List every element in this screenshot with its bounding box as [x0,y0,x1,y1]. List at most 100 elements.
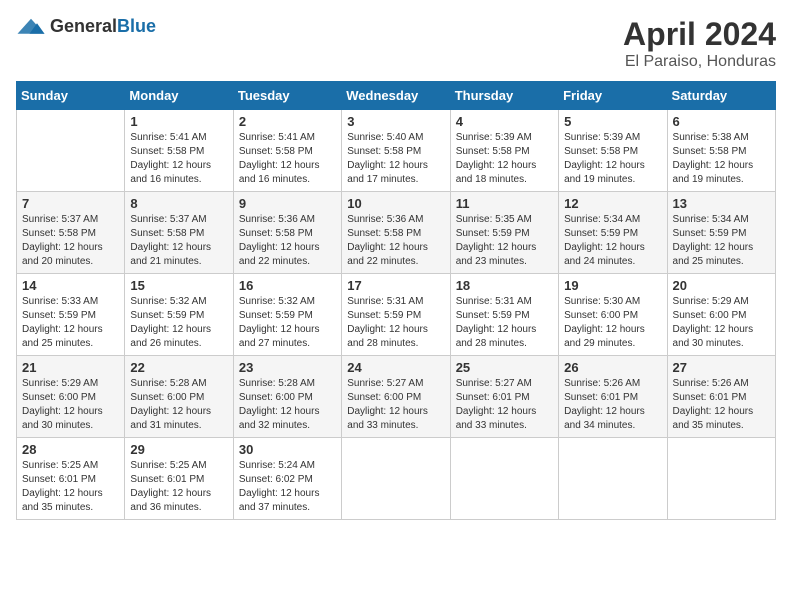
day-info: Sunrise: 5:29 AMSunset: 6:00 PMDaylight:… [22,377,119,433]
title-area: April 2024 El Paraiso, Honduras [623,16,776,71]
calendar-cell: 14 Sunrise: 5:33 AMSunset: 5:59 PMDayligh… [17,274,125,356]
day-info: Sunrise: 5:25 AMSunset: 6:01 PMDaylight:… [22,459,119,515]
calendar-header-monday: Monday [125,82,233,110]
day-number: 7 [22,196,119,211]
calendar-cell: 9Sunrise: 5:36 AMSunset: 5:58 PMDaylight… [233,192,341,274]
calendar-week-2: 7 Sunrise: 5:37 AMSunset: 5:58 PMDaylight… [17,192,776,274]
day-number: 30 [239,442,336,457]
day-number: 26 [564,360,661,375]
day-number: 23 [239,360,336,375]
calendar-cell: 28 Sunrise: 5:25 AMSunset: 6:01 PMDayligh… [17,438,125,520]
location-subtitle: El Paraiso, Honduras [623,53,776,71]
logo-icon [16,17,46,37]
calendar-cell: 7 Sunrise: 5:37 AMSunset: 5:58 PMDaylight… [17,192,125,274]
calendar-header-wednesday: Wednesday [342,82,450,110]
day-number: 16 [239,278,336,293]
day-info: Sunrise: 5:40 AMSunset: 5:58 PMDaylight:… [347,131,444,187]
day-info: Sunrise: 5:28 AMSunset: 6:00 PMDaylight:… [130,377,227,433]
day-number: 4 [456,114,553,129]
day-number: 18 [456,278,553,293]
day-info: Sunrise: 5:39 AMSunset: 5:58 PMDaylight:… [456,131,553,187]
calendar-header-thursday: Thursday [450,82,558,110]
calendar-cell [559,438,667,520]
logo-general: General [50,16,117,36]
day-info: Sunrise: 5:32 AMSunset: 5:59 PMDaylight:… [239,295,336,351]
day-info: Sunrise: 5:34 AMSunset: 5:59 PMDaylight:… [564,213,661,269]
day-info: Sunrise: 5:41 AMSunset: 5:58 PMDaylight:… [130,131,227,187]
calendar-cell: 1Sunrise: 5:41 AMSunset: 5:58 PMDaylight… [125,110,233,192]
calendar-cell: 2 Sunrise: 5:41 AMSunset: 5:58 PMDaylight… [233,110,341,192]
calendar-cell: 23 Sunrise: 5:28 AMSunset: 6:00 PMDayligh… [233,356,341,438]
calendar-week-1: 1Sunrise: 5:41 AMSunset: 5:58 PMDaylight… [17,110,776,192]
page-title: April 2024 [623,16,776,53]
day-info: Sunrise: 5:33 AMSunset: 5:59 PMDaylight:… [22,295,119,351]
calendar-cell: 18 Sunrise: 5:31 AMSunset: 5:59 PMDayligh… [450,274,558,356]
day-number: 22 [130,360,227,375]
calendar-header-tuesday: Tuesday [233,82,341,110]
day-info: Sunrise: 5:25 AMSunset: 6:01 PMDaylight:… [130,459,227,515]
calendar-header-friday: Friday [559,82,667,110]
day-info: Sunrise: 5:39 AMSunset: 5:58 PMDaylight:… [564,131,661,187]
day-number: 27 [673,360,770,375]
calendar-cell: 4 Sunrise: 5:39 AMSunset: 5:58 PMDaylight… [450,110,558,192]
calendar-cell: 13 Sunrise: 5:34 AMSunset: 5:59 PMDayligh… [667,192,775,274]
calendar-cell [342,438,450,520]
day-info: Sunrise: 5:32 AMSunset: 5:59 PMDaylight:… [130,295,227,351]
day-info: Sunrise: 5:41 AMSunset: 5:58 PMDaylight:… [239,131,336,187]
calendar-cell: 10 Sunrise: 5:36 AMSunset: 5:58 PMDayligh… [342,192,450,274]
day-number: 29 [130,442,227,457]
calendar-cell: 12 Sunrise: 5:34 AMSunset: 5:59 PMDayligh… [559,192,667,274]
day-info: Sunrise: 5:24 AMSunset: 6:02 PMDaylight:… [239,459,336,515]
calendar-cell: 24Sunrise: 5:27 AMSunset: 6:00 PMDayligh… [342,356,450,438]
day-info: Sunrise: 5:35 AMSunset: 5:59 PMDaylight:… [456,213,553,269]
calendar-cell: 19 Sunrise: 5:30 AMSunset: 6:00 PMDayligh… [559,274,667,356]
calendar-cell: 17Sunrise: 5:31 AMSunset: 5:59 PMDayligh… [342,274,450,356]
day-number: 13 [673,196,770,211]
day-number: 21 [22,360,119,375]
day-number: 20 [673,278,770,293]
calendar-week-4: 21 Sunrise: 5:29 AMSunset: 6:00 PMDayligh… [17,356,776,438]
day-number: 8 [130,196,227,211]
day-info: Sunrise: 5:31 AMSunset: 5:59 PMDaylight:… [456,295,553,351]
day-info: Sunrise: 5:36 AMSunset: 5:58 PMDaylight:… [239,213,336,269]
day-number: 15 [130,278,227,293]
day-info: Sunrise: 5:31 AMSunset: 5:59 PMDaylight:… [347,295,444,351]
calendar-cell: 3 Sunrise: 5:40 AMSunset: 5:58 PMDaylight… [342,110,450,192]
day-number: 2 [239,114,336,129]
calendar-cell: 6Sunrise: 5:38 AMSunset: 5:58 PMDaylight… [667,110,775,192]
calendar-cell: 20 Sunrise: 5:29 AMSunset: 6:00 PMDayligh… [667,274,775,356]
calendar-cell [667,438,775,520]
calendar-cell: 22 Sunrise: 5:28 AMSunset: 6:00 PMDayligh… [125,356,233,438]
day-number: 19 [564,278,661,293]
day-number: 28 [22,442,119,457]
calendar-header-row: SundayMondayTuesdayWednesdayThursdayFrid… [17,82,776,110]
day-info: Sunrise: 5:30 AMSunset: 6:00 PMDaylight:… [564,295,661,351]
day-info: Sunrise: 5:37 AMSunset: 5:58 PMDaylight:… [22,213,119,269]
calendar-header-saturday: Saturday [667,82,775,110]
day-info: Sunrise: 5:29 AMSunset: 6:00 PMDaylight:… [673,295,770,351]
calendar-cell: 16 Sunrise: 5:32 AMSunset: 5:59 PMDayligh… [233,274,341,356]
calendar-cell [17,110,125,192]
day-info: Sunrise: 5:27 AMSunset: 6:01 PMDaylight:… [456,377,553,433]
calendar-header-sunday: Sunday [17,82,125,110]
calendar-cell: 25 Sunrise: 5:27 AMSunset: 6:01 PMDayligh… [450,356,558,438]
day-info: Sunrise: 5:28 AMSunset: 6:00 PMDaylight:… [239,377,336,433]
day-number: 25 [456,360,553,375]
day-info: Sunrise: 5:38 AMSunset: 5:58 PMDaylight:… [673,131,770,187]
day-number: 3 [347,114,444,129]
calendar-cell: 26Sunrise: 5:26 AMSunset: 6:01 PMDayligh… [559,356,667,438]
page-header: GeneralBlue April 2024 El Paraiso, Hondu… [16,16,776,71]
calendar-week-5: 28 Sunrise: 5:25 AMSunset: 6:01 PMDayligh… [17,438,776,520]
day-info: Sunrise: 5:34 AMSunset: 5:59 PMDaylight:… [673,213,770,269]
day-info: Sunrise: 5:37 AMSunset: 5:58 PMDaylight:… [130,213,227,269]
calendar-cell: 21 Sunrise: 5:29 AMSunset: 6:00 PMDayligh… [17,356,125,438]
calendar-cell: 11Sunrise: 5:35 AMSunset: 5:59 PMDayligh… [450,192,558,274]
day-number: 10 [347,196,444,211]
calendar-cell: 30 Sunrise: 5:24 AMSunset: 6:02 PMDayligh… [233,438,341,520]
calendar-table: SundayMondayTuesdayWednesdayThursdayFrid… [16,81,776,520]
day-number: 12 [564,196,661,211]
day-info: Sunrise: 5:36 AMSunset: 5:58 PMDaylight:… [347,213,444,269]
day-number: 14 [22,278,119,293]
calendar-cell: 15 Sunrise: 5:32 AMSunset: 5:59 PMDayligh… [125,274,233,356]
day-info: Sunrise: 5:27 AMSunset: 6:00 PMDaylight:… [347,377,444,433]
